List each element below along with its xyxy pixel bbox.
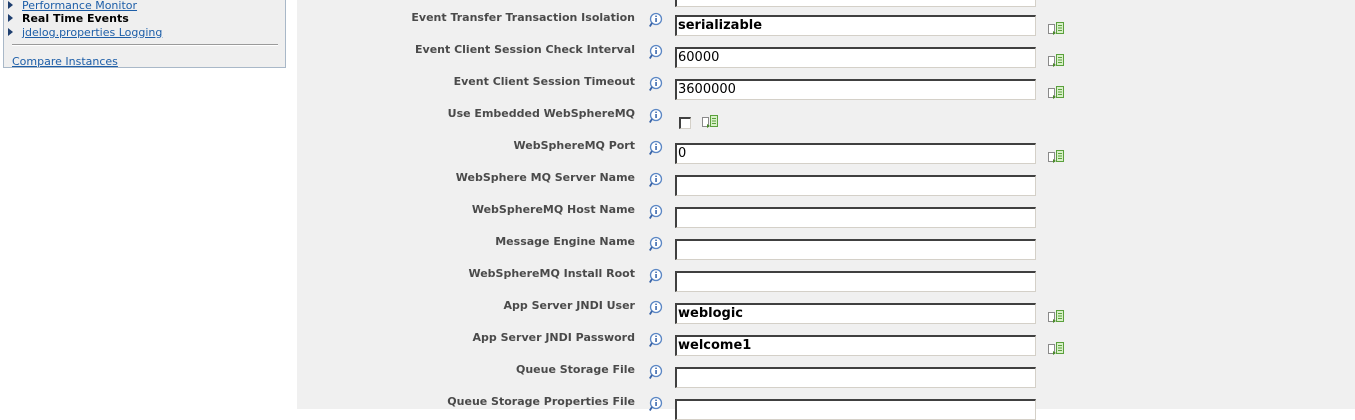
nav-item-label[interactable]: Performance Monitor (22, 0, 137, 12)
copy-value-icon[interactable] (1048, 22, 1064, 36)
copy-value-icon[interactable] (1048, 150, 1064, 164)
text-field[interactable] (675, 175, 1036, 196)
previous-field-input[interactable] (675, 0, 1036, 7)
field-label: App Server JNDI User (503, 299, 635, 312)
expand-arrow-icon[interactable] (8, 14, 13, 22)
info-icon[interactable] (649, 76, 665, 92)
field-label: Event Transfer Transaction Isolation (411, 11, 635, 24)
copy-value-icon[interactable] (1048, 310, 1064, 324)
text-field[interactable] (675, 239, 1036, 260)
field-label: WebSphereMQ Install Root (468, 267, 635, 280)
field-label: App Server JNDI Password (472, 331, 635, 344)
form-row: Event Client Session Timeout 3600000 (297, 75, 1355, 100)
info-icon[interactable] (649, 236, 665, 252)
form-row: App Server JNDI User weblogic (297, 299, 1355, 324)
info-icon[interactable] (649, 332, 665, 348)
nav-panel: Performance Monitor Real Time Events jde… (3, 0, 286, 68)
form-row: Event Transfer Transaction Isolation seri… (297, 11, 1355, 36)
field-label: Event Client Session Timeout (453, 75, 635, 88)
embedded-websphere-checkbox[interactable] (679, 117, 691, 129)
field-label: Queue Storage File (515, 363, 635, 376)
text-field[interactable] (675, 367, 1036, 388)
form-row: Message Engine Name (297, 235, 1355, 260)
info-icon[interactable] (649, 364, 665, 380)
text-field[interactable]: welcome1 (675, 335, 1036, 356)
expand-arrow-icon[interactable] (8, 28, 13, 36)
field-label: Event Client Session Check Interval (415, 43, 635, 56)
field-label: WebSphereMQ Port (513, 139, 635, 152)
text-field[interactable]: 0 (675, 143, 1036, 164)
field-label: WebSphereMQ Host Name (471, 203, 635, 216)
info-icon[interactable] (649, 44, 665, 60)
nav-item-label[interactable]: jdelog.properties Logging (22, 26, 162, 39)
compare-instances-link[interactable]: Compare Instances (12, 55, 118, 68)
form-row: WebSphereMQ Host Name (297, 203, 1355, 228)
text-field[interactable]: weblogic (675, 303, 1036, 324)
text-field[interactable] (675, 207, 1036, 228)
text-field[interactable]: 60000 (675, 47, 1036, 68)
info-icon[interactable] (649, 396, 665, 412)
expand-arrow-icon[interactable] (8, 1, 13, 9)
field-label: Message Engine Name (495, 235, 635, 248)
info-icon[interactable] (649, 268, 665, 284)
text-field[interactable]: 3600000 (675, 79, 1036, 100)
info-icon[interactable] (649, 300, 665, 316)
form-row: WebSphereMQ Port 0 (297, 139, 1355, 164)
form-row: WebSphere MQ Server Name (297, 171, 1355, 196)
copy-value-icon[interactable] (1048, 342, 1064, 356)
text-field[interactable] (675, 399, 1036, 420)
form-row: Event Client Session Check Interval 60000 (297, 43, 1355, 68)
info-icon[interactable] (649, 204, 665, 220)
settings-form: Event Transfer Transaction Isolation seri… (297, 0, 1355, 420)
form-row: Use Embedded WebSphereMQ (297, 107, 1355, 131)
info-icon[interactable] (649, 12, 665, 28)
copy-value-icon[interactable] (1048, 54, 1064, 68)
text-field[interactable] (675, 271, 1036, 292)
form-row: Queue Storage Properties File (297, 395, 1355, 420)
text-field[interactable]: serializable (675, 15, 1036, 36)
field-label: WebSphere MQ Server Name (455, 171, 635, 184)
copy-value-icon[interactable] (702, 115, 718, 129)
copy-value-icon[interactable] (1048, 86, 1064, 100)
info-icon[interactable] (649, 140, 665, 156)
nav-item-label: Real Time Events (22, 12, 129, 25)
form-row: Queue Storage File (297, 363, 1355, 388)
info-icon[interactable] (649, 108, 665, 124)
field-label: Use Embedded WebSphereMQ (447, 107, 635, 120)
nav-divider (12, 44, 278, 46)
info-icon[interactable] (649, 172, 665, 188)
field-label: Queue Storage Properties File (447, 395, 635, 408)
form-row: App Server JNDI Password welcome1 (297, 331, 1355, 356)
form-row: WebSphereMQ Install Root (297, 267, 1355, 292)
